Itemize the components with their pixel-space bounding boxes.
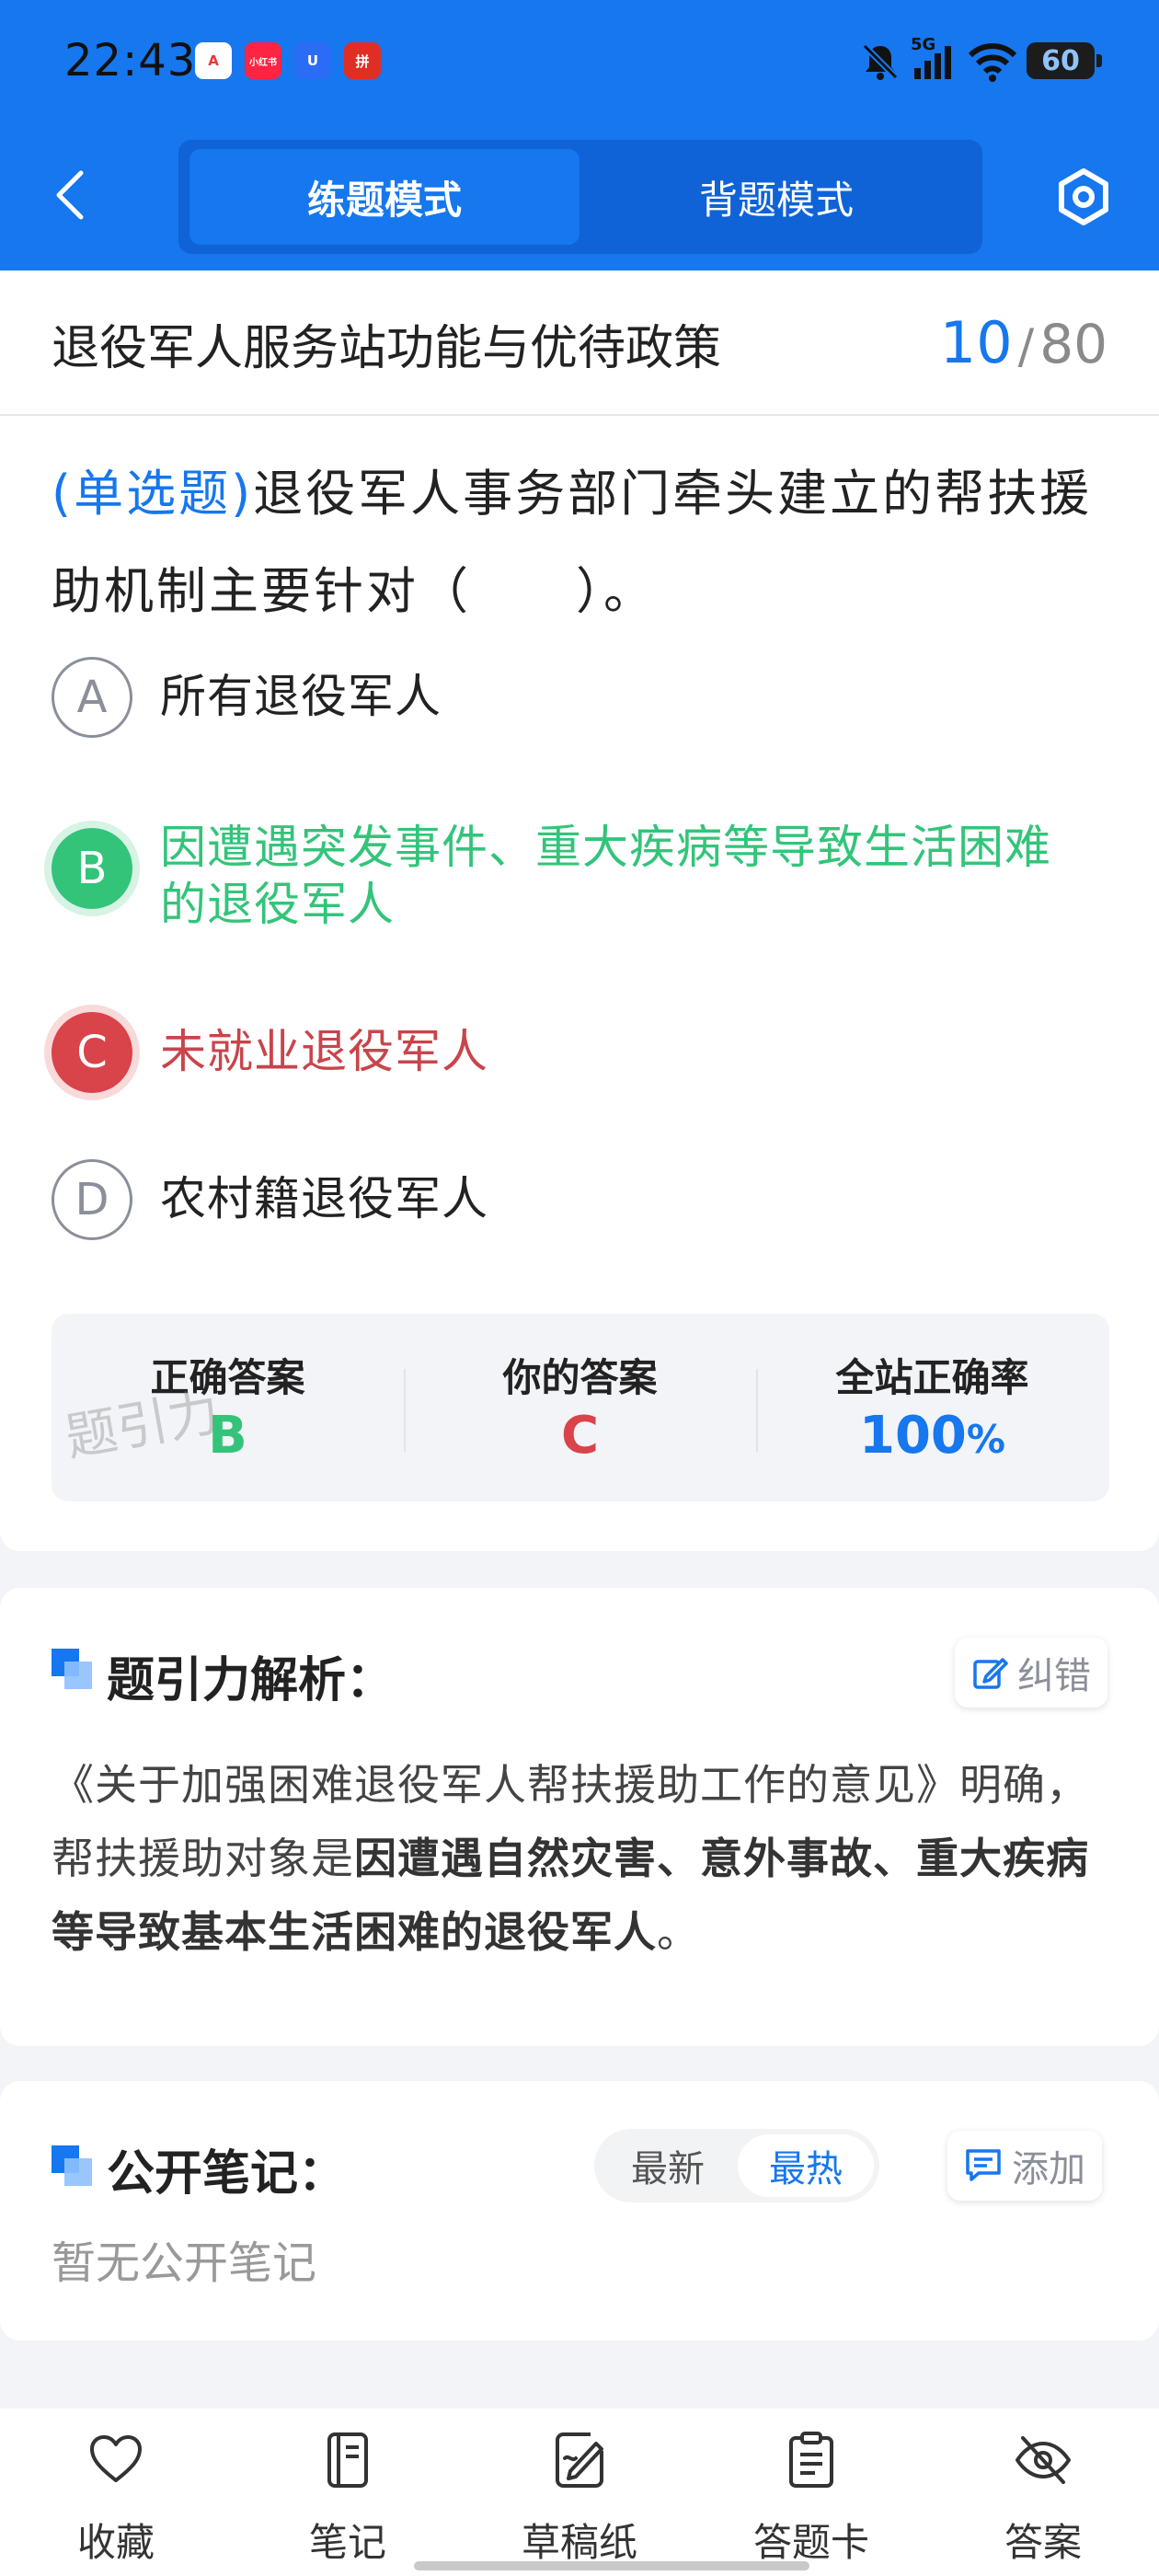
option-b[interactable]: B 因遭遇突发事件、重大疾病等导致生活困难的退役军人 [52, 819, 1119, 933]
draft-edit-icon [556, 2432, 603, 2488]
notes-title: 公开笔记： [107, 2146, 347, 2202]
option-c-key: C [52, 1012, 132, 1093]
public-notes-card: 公开笔记： 最新 最热 添加 暂无公开笔记 [0, 2081, 1159, 2340]
top-header: 22:43 A 小红书 U 拼 5G 60 练题模式 背题模式 [0, 0, 1159, 270]
question-type: (单选题) [52, 465, 254, 523]
sort-latest-tab[interactable]: 最新 [600, 2134, 736, 2197]
bottom-toolbar: 收藏 笔记 草稿纸 答题卡 答案 [0, 2409, 1159, 2576]
nav-notes-label: 笔记 [308, 2520, 386, 2565]
progress-separator: / [1017, 319, 1035, 374]
nav-notes[interactable]: 笔记 [265, 2431, 430, 2569]
eye-off-icon [1016, 2436, 1071, 2484]
total-question-count: 80 [1039, 313, 1107, 375]
nav-answer-label: 答案 [1004, 2520, 1082, 2565]
nav-favorite[interactable]: 收藏 [33, 2431, 199, 2569]
option-d-key: D [52, 1159, 132, 1240]
add-note-button[interactable]: 添加 [947, 2131, 1102, 2201]
option-d-text: 农村籍退役军人 [160, 1172, 488, 1225]
u-app-icon: U [294, 42, 331, 79]
nav-answer-sheet-label: 答题卡 [752, 2520, 869, 2565]
option-b-text: 因遭遇突发事件、重大疾病等导致生活困难的退役军人 [160, 821, 1051, 931]
tab-practice-mode[interactable]: 练题模式 [189, 149, 580, 245]
wifi-icon [968, 43, 1017, 82]
nav-favorite-label: 收藏 [76, 2520, 155, 2565]
report-error-button[interactable]: 纠错 [955, 1638, 1107, 1708]
current-question-number: 10 [939, 309, 1013, 376]
app-a-icon: A [195, 42, 232, 79]
xiaohongshu-icon: 小红书 [245, 42, 281, 79]
clipboard-icon [789, 2432, 833, 2488]
report-error-label: 纠错 [1017, 1655, 1091, 1697]
site-accuracy-unit: % [966, 1417, 1005, 1462]
option-a[interactable]: A 所有退役军人 [52, 657, 1119, 738]
question-card: 退役军人服务站功能与优待政策 10/80 (单选题)退役军人事务部门牵头建立的帮… [0, 270, 1159, 1551]
explanation-end: 。 [657, 1907, 700, 1957]
question-header: 退役军人服务站功能与优待政策 10/80 [0, 270, 1159, 416]
site-accuracy-value: 100% [756, 1406, 1108, 1466]
tab-recite-mode[interactable]: 背题模式 [581, 149, 971, 245]
your-answer-stat: 你的答案 C [404, 1314, 756, 1501]
section-marker-icon [52, 1649, 94, 1691]
mute-bell-icon [862, 43, 899, 80]
status-bar: 22:43 A 小红书 U 拼 5G 60 [0, 0, 1159, 129]
question-stem: (单选题)退役军人事务部门牵头建立的帮扶援助机制主要针对（ ）。 [52, 445, 1119, 640]
site-accuracy-number: 100 [859, 1406, 967, 1466]
explanation-title: 题引力解析： [107, 1653, 395, 1708]
heart-icon [90, 2435, 142, 2482]
option-a-key: A [52, 657, 132, 738]
edit-icon [973, 1658, 1008, 1689]
sort-hot-tab[interactable]: 最热 [738, 2134, 874, 2197]
notebook-icon [327, 2432, 368, 2488]
section-title: 退役军人服务站功能与优待政策 [52, 321, 722, 376]
your-answer-value: C [560, 1406, 600, 1466]
back-arrow-icon[interactable] [52, 167, 88, 223]
settings-hexagon-icon[interactable] [1054, 167, 1113, 226]
option-d[interactable]: D 农村籍退役军人 [52, 1159, 1119, 1240]
nav-scratchpad[interactable]: 草稿纸 [497, 2431, 662, 2569]
option-a-text: 所有退役军人 [160, 670, 442, 723]
notes-empty-text: 暂无公开笔记 [52, 2237, 317, 2289]
nav-scratchpad-label: 草稿纸 [521, 2520, 637, 2565]
mode-switch: 练题模式 背题模式 [178, 140, 982, 254]
site-accuracy-stat: 全站正确率 100% [756, 1314, 1108, 1501]
nav-answer[interactable]: 答案 [960, 2431, 1126, 2569]
option-b-key: B [52, 828, 132, 909]
pinduoduo-icon: 拼 [344, 42, 381, 79]
question-progress: 10/80 [940, 309, 1107, 376]
battery-indicator: 60 [1027, 42, 1102, 79]
your-answer-label: 你的答案 [502, 1355, 658, 1400]
home-indicator[interactable] [414, 2561, 809, 2570]
notes-sort-switch: 最新 最热 [594, 2129, 879, 2202]
explanation-card: 题引力解析： 纠错 《关于加强困难退役军人帮扶援助工作的意见》明确，帮扶援助对象… [0, 1588, 1159, 2046]
site-accuracy-label: 全站正确率 [835, 1355, 1029, 1400]
explanation-text: 《关于加强困难退役军人帮扶援助工作的意见》明确，帮扶援助对象是因遭遇自然灾害、意… [52, 1748, 1119, 1969]
option-c-text: 未就业退役军人 [160, 1025, 488, 1078]
nav-answer-sheet[interactable]: 答题卡 [729, 2431, 894, 2569]
section-marker-icon [52, 2145, 94, 2188]
add-note-label: 添加 [1012, 2148, 1085, 2191]
option-c[interactable]: C 未就业退役军人 [52, 1012, 1119, 1093]
status-time: 22:43 [64, 35, 197, 86]
network-type: 5G [911, 35, 936, 54]
note-add-icon [966, 2149, 1001, 2181]
